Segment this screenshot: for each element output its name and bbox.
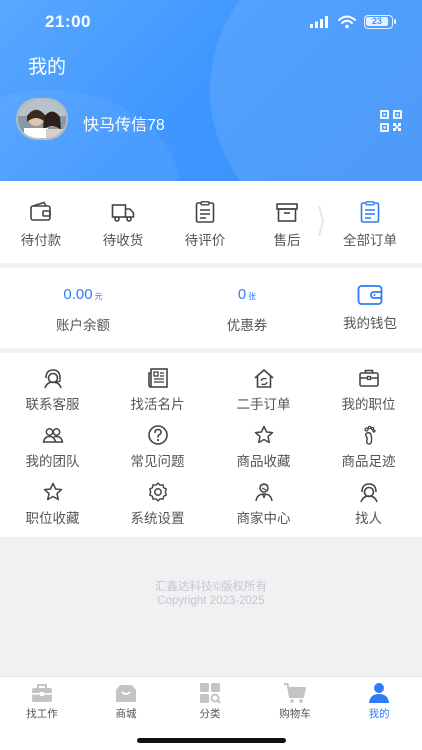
services-grid: 联系客服 找活名片 二手订单 我的职位 我的团队 常见问题 商品收藏 商品足迹 … (0, 353, 422, 537)
balance-label: 账户余额 (56, 318, 110, 333)
home-indicator (137, 738, 286, 743)
tab-label: 找工作 (26, 708, 58, 720)
status-time: 21:00 (45, 12, 91, 31)
coupon-unit: 张 (248, 292, 257, 301)
wifi-icon (338, 15, 356, 29)
coupons[interactable]: 0张 优惠券 (187, 286, 307, 334)
wallet-card: 0.00 元 账户余额 0张 优惠券 我的钱包 (0, 268, 422, 348)
order-pending-receipt[interactable]: 待收货 (83, 201, 163, 249)
tab-label: 分类 (199, 708, 221, 720)
cart-icon (284, 683, 306, 703)
order-pending-payment[interactable]: 待付款 (1, 201, 81, 249)
coupon-label: 优惠券 (226, 318, 268, 333)
find-person-icon (359, 483, 378, 503)
account-balance[interactable]: 0.00 元 账户余额 (23, 286, 143, 334)
wallet-icon (30, 201, 51, 221)
house-refresh-icon (253, 369, 274, 388)
service-label: 我的团队 (25, 454, 80, 469)
order-label: 全部订单 (343, 233, 397, 248)
star-icon (254, 425, 273, 444)
tab-cart[interactable]: 购物车 (253, 681, 337, 721)
order-all[interactable]: 全部订单 (330, 201, 410, 249)
order-list-icon (360, 201, 380, 223)
service-label: 二手订单 (236, 397, 291, 412)
service-find-people[interactable]: 找人 (316, 481, 421, 527)
company-text: 汇鑫达科技©版权所有 (155, 581, 267, 593)
shop-icon (116, 685, 136, 702)
battery-level: 23 (366, 17, 388, 26)
order-label: 售后 (273, 233, 301, 248)
settings-icon (148, 482, 167, 502)
signal-icon (310, 16, 328, 28)
balance-unit: 元 (94, 292, 103, 301)
newspaper-icon (147, 368, 168, 388)
service-second-hand-orders[interactable]: 二手订单 (211, 367, 316, 413)
service-label: 商家中心 (236, 511, 291, 526)
service-product-footprints[interactable]: 商品足迹 (316, 424, 421, 470)
my-wallet[interactable]: 我的钱包 (310, 284, 422, 332)
divider-shadow (318, 206, 324, 236)
briefcase-icon (358, 369, 379, 387)
briefcase-icon (32, 684, 52, 702)
service-product-favorites[interactable]: 商品收藏 (211, 424, 316, 470)
service-my-team[interactable]: 我的团队 (0, 424, 105, 470)
customer-service-icon (43, 369, 62, 389)
order-label: 待付款 (20, 233, 62, 248)
page-title: 我的 (28, 57, 67, 78)
order-label: 待评价 (184, 233, 226, 248)
wallet-label: 我的钱包 (343, 316, 397, 331)
service-system-settings[interactable]: 系统设置 (105, 481, 210, 527)
copyright-notice: 汇鑫达科技©版权所有 Copyright 2023-2025 (0, 580, 422, 608)
clipboard-icon (195, 201, 215, 223)
coupon-value: 0 (237, 286, 247, 303)
status-bar: 21:00 23 (0, 10, 422, 34)
balance-value: 0.00 (63, 286, 93, 303)
service-label: 商品足迹 (341, 454, 396, 469)
category-grid-icon (200, 683, 221, 704)
service-job-card[interactable]: 找活名片 (105, 367, 210, 413)
order-after-sales[interactable]: 售后 (247, 201, 327, 249)
service-position-favorites[interactable]: 职位收藏 (0, 481, 105, 527)
service-label: 职位收藏 (25, 511, 80, 526)
service-label: 系统设置 (130, 511, 185, 526)
orders-card: 待付款 待收货 待评价 售后 全部订单 (0, 181, 422, 263)
order-label: 待收货 (102, 233, 144, 248)
service-contact-support[interactable]: 联系客服 (0, 367, 105, 413)
star-icon (43, 482, 62, 501)
footprint-icon (363, 425, 376, 445)
tab-find-jobs[interactable]: 找工作 (0, 681, 84, 721)
battery-icon: 23 (364, 15, 396, 29)
avatar[interactable] (16, 98, 68, 140)
service-label: 常见问题 (130, 454, 185, 469)
service-faq[interactable]: 常见问题 (105, 424, 210, 470)
order-pending-review[interactable]: 待评价 (165, 201, 245, 249)
tab-label: 商城 (115, 708, 137, 720)
question-icon (147, 425, 168, 445)
service-label: 找活名片 (130, 397, 185, 412)
service-label: 商品收藏 (236, 454, 291, 469)
tab-label: 购物车 (279, 708, 311, 720)
archive-box-icon (276, 203, 298, 222)
qr-code-icon[interactable] (380, 110, 402, 132)
profile-header: 21:00 23 我的 快马传信78 (0, 0, 422, 181)
service-my-positions[interactable]: 我的职位 (316, 367, 421, 413)
merchant-icon (254, 483, 273, 502)
tab-label: 我的 (368, 708, 390, 720)
tab-mine[interactable]: 我的 (337, 681, 421, 721)
copyright-text: Copyright 2023-2025 (157, 595, 265, 607)
service-label: 我的职位 (341, 397, 396, 412)
service-label: 联系客服 (25, 397, 80, 412)
service-label: 找人 (355, 511, 382, 526)
person-icon (369, 683, 389, 703)
tab-shop[interactable]: 商城 (84, 681, 168, 721)
wallet-icon (357, 285, 383, 305)
service-merchant-center[interactable]: 商家中心 (211, 481, 316, 527)
tab-categories[interactable]: 分类 (168, 681, 252, 721)
team-icon (42, 428, 63, 443)
truck-icon (111, 204, 135, 222)
username: 快马传信78 (83, 117, 165, 134)
